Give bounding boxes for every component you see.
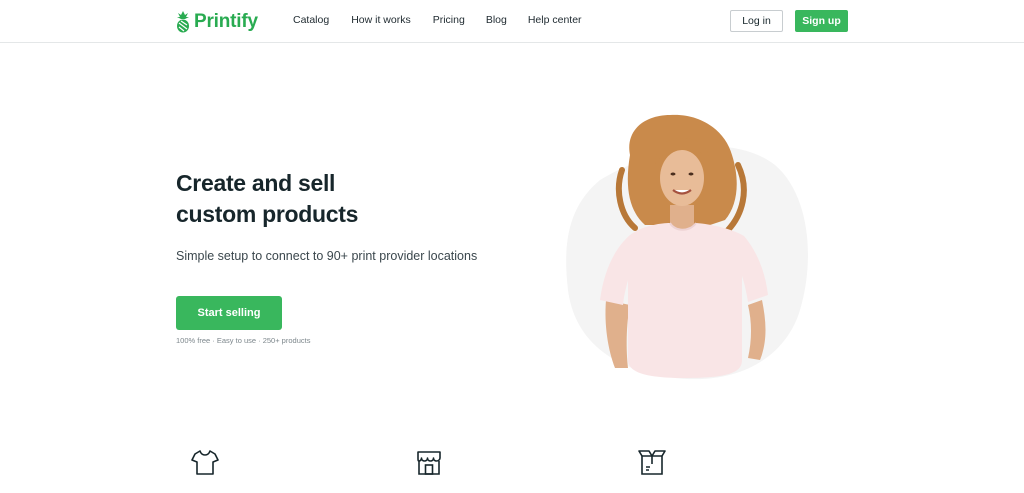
hero-image-woman-in-pink-tshirt	[566, 114, 808, 380]
shipping-box-icon	[638, 450, 666, 475]
nav-item-how-it-works[interactable]: How it works	[351, 14, 411, 26]
storefront-icon	[417, 451, 441, 475]
nav-item-help-center[interactable]: Help center	[528, 14, 582, 26]
hero-title: Create and sell custom products	[176, 168, 496, 230]
nav-item-pricing[interactable]: Pricing	[433, 14, 465, 26]
hero-title-line-2: custom products	[176, 201, 359, 227]
hero-title-line-1: Create and sell	[176, 170, 336, 196]
tshirt-icon	[191, 450, 219, 475]
pineapple-icon	[177, 11, 189, 33]
nav-item-blog[interactable]: Blog	[486, 14, 507, 26]
site-header: Printify Catalog How it works Pricing Bl…	[0, 0, 1024, 43]
nav-item-catalog[interactable]: Catalog	[293, 14, 329, 26]
printify-logo[interactable]: Printify	[176, 10, 258, 34]
login-button[interactable]: Log in	[730, 10, 783, 32]
hero-note: 100% free · Easy to use · 250+ products	[176, 336, 311, 345]
hero-subtitle: Simple setup to connect to 90+ print pro…	[176, 249, 478, 263]
brand-name: Printify	[194, 11, 258, 32]
start-selling-button[interactable]: Start selling	[176, 296, 282, 330]
main-nav: Catalog How it works Pricing Blog Help c…	[293, 14, 582, 26]
signup-button[interactable]: Sign up	[795, 10, 848, 32]
